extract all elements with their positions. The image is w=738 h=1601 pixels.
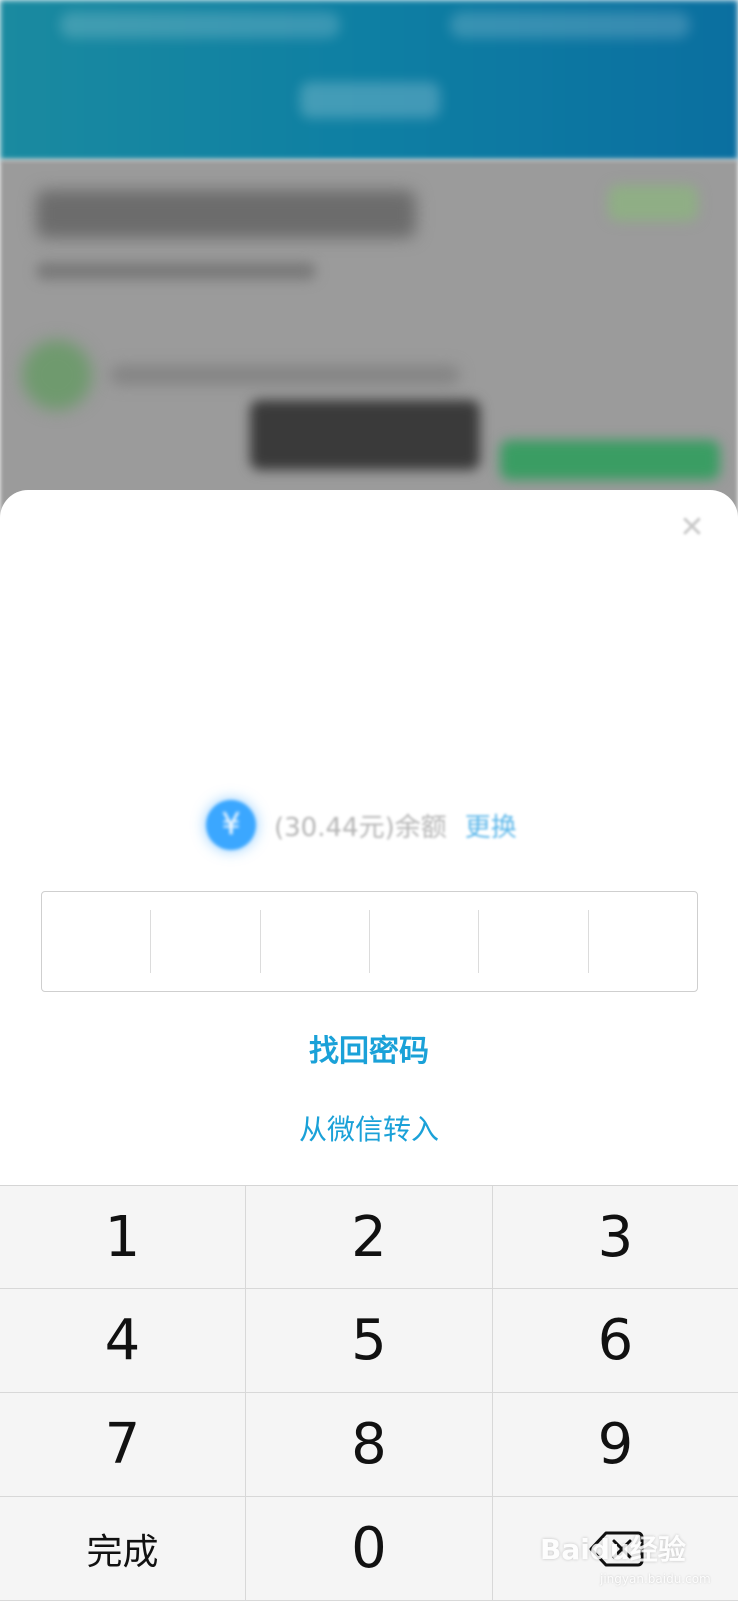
password-cell bbox=[150, 910, 259, 973]
recharge-button-bg bbox=[500, 440, 720, 480]
phone-number bbox=[36, 190, 416, 238]
key-4[interactable]: 4 bbox=[0, 1289, 246, 1393]
key-8[interactable]: 8 bbox=[246, 1393, 493, 1497]
transfer-from-wechat-link[interactable]: 从微信转入 bbox=[0, 1110, 738, 1150]
key-0[interactable]: 0 bbox=[246, 1497, 493, 1601]
account-tag bbox=[608, 185, 698, 221]
account-subtitle bbox=[36, 262, 316, 280]
header-title bbox=[300, 82, 440, 118]
password-cell bbox=[42, 910, 150, 973]
account-line bbox=[110, 365, 460, 385]
key-3[interactable]: 3 bbox=[493, 1186, 738, 1289]
yen-icon: ¥ bbox=[206, 800, 256, 850]
background-app bbox=[0, 0, 738, 520]
key-6[interactable]: 6 bbox=[493, 1289, 738, 1393]
avatar bbox=[22, 340, 92, 410]
change-payment-link[interactable]: 更换 bbox=[465, 807, 517, 844]
key-7[interactable]: 7 bbox=[0, 1393, 246, 1497]
payment-amount bbox=[200, 650, 500, 750]
password-cell bbox=[259, 910, 369, 973]
password-cell bbox=[368, 910, 478, 973]
password-cell bbox=[478, 910, 587, 973]
password-cell bbox=[587, 910, 697, 973]
forgot-password-link[interactable]: 找回密码 bbox=[0, 1032, 738, 1072]
key-2[interactable]: 2 bbox=[246, 1186, 493, 1289]
key-5[interactable]: 5 bbox=[246, 1289, 493, 1393]
watermark-url: jingyan.baidu.com bbox=[600, 1572, 711, 1586]
password-input[interactable] bbox=[41, 891, 698, 992]
key-9[interactable]: 9 bbox=[493, 1393, 738, 1497]
payment-method-row[interactable]: ¥ (30.44元)余额 更换 bbox=[206, 800, 517, 850]
status-bar-right bbox=[450, 12, 690, 38]
watermark-logo: Baidu经验 bbox=[540, 1533, 686, 1566]
close-icon[interactable]: ✕ bbox=[672, 508, 712, 548]
status-bar-left bbox=[60, 12, 340, 38]
key-1[interactable]: 1 bbox=[0, 1186, 246, 1289]
toast-overlay bbox=[250, 400, 480, 470]
balance-label: (30.44元)余额 bbox=[274, 812, 447, 843]
done-key[interactable]: 完成 bbox=[0, 1497, 246, 1601]
payment-description bbox=[200, 588, 538, 616]
